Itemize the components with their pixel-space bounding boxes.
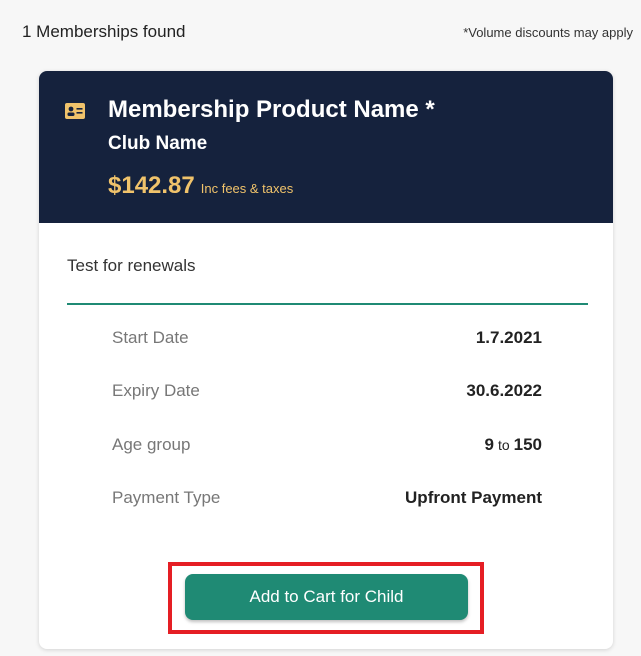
start-date-label: Start Date (112, 328, 189, 347)
age-group-value: 9 to 150 (484, 435, 542, 455)
section-divider (67, 303, 588, 305)
price-fees-note: Inc fees & taxes (200, 181, 294, 196)
volume-discount-note: *Volume discounts may apply (463, 24, 633, 40)
club-name: Club Name (108, 133, 208, 154)
age-to-text: to (497, 437, 510, 453)
start-date-value: 1.7.2021 (475, 328, 542, 347)
membership-card-header: Membership Product Name * Club Name $142… (39, 71, 613, 223)
detail-row-start-date: Start Date 1.7.2021 (112, 328, 542, 348)
detail-row-expiry-date: Expiry Date 30.6.2022 (112, 381, 542, 401)
membership-price: $142.87 (108, 172, 195, 199)
expiry-date-value: 30.6.2022 (466, 381, 542, 400)
age-group-label: Age group (112, 435, 191, 454)
detail-row-payment-type: Payment Type Upfront Payment (112, 488, 542, 508)
id-card-icon (65, 103, 85, 119)
payment-type-value: Upfront Payment (405, 488, 542, 507)
add-to-cart-for-child-button[interactable]: Add to Cart for Child (185, 574, 468, 620)
age-min: 9 (484, 435, 494, 454)
membership-product-name: Membership Product Name * (108, 96, 435, 123)
results-header: 1 Memberships found *Volume discounts ma… (22, 22, 633, 42)
price-line: $142.87 Inc fees & taxes (108, 172, 293, 200)
expiry-date-label: Expiry Date (112, 381, 200, 400)
payment-type-label: Payment Type (112, 488, 221, 507)
results-count: 1 Memberships found (22, 22, 186, 41)
age-max: 150 (513, 435, 542, 454)
membership-description: Test for renewals (67, 256, 196, 275)
detail-row-age-group: Age group 9 to 150 (112, 435, 542, 455)
